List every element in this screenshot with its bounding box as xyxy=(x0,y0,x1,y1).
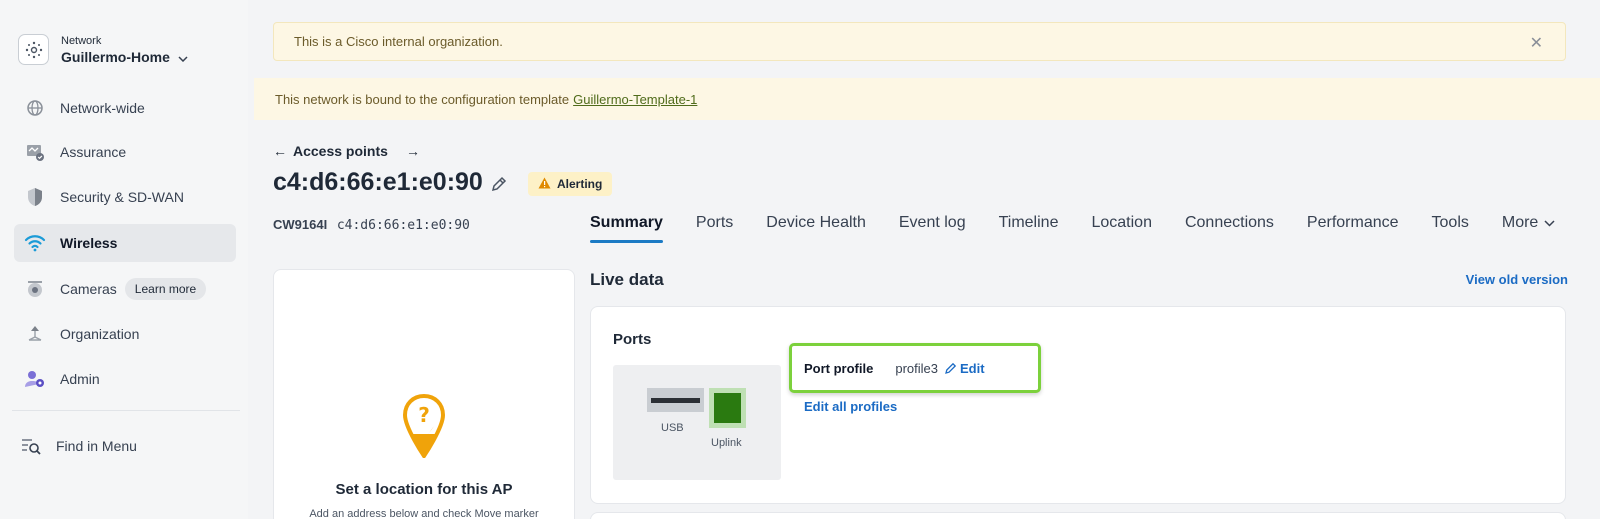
tab-timeline[interactable]: Timeline xyxy=(999,214,1059,240)
assurance-icon xyxy=(24,141,46,163)
port-profile-box: Port profile profile3 Edit xyxy=(789,343,1041,393)
chevron-down-icon xyxy=(178,49,188,65)
network-selector[interactable]: Network Guillermo-Home xyxy=(18,34,188,65)
edit-all-profiles-link[interactable]: Edit all profiles xyxy=(804,399,897,414)
find-in-menu-label: Find in Menu xyxy=(56,438,137,454)
sidebar-item-label: Assurance xyxy=(60,144,127,160)
live-data-title: Live data xyxy=(590,270,664,289)
tab-connections[interactable]: Connections xyxy=(1185,214,1274,240)
sidebar-item-assurance[interactable]: Assurance xyxy=(14,133,236,171)
sidebar-item-organization[interactable]: Organization xyxy=(14,315,236,353)
usb-port[interactable] xyxy=(647,388,704,412)
tab-event-log[interactable]: Event log xyxy=(899,214,966,240)
warning-icon xyxy=(538,177,551,192)
globe-icon xyxy=(24,97,46,119)
close-icon[interactable]: ✕ xyxy=(1530,33,1543,53)
status-badge-label: Alerting xyxy=(557,177,603,191)
sidebar-item-label: Wireless xyxy=(60,235,118,251)
template-text: This network is bound to the configurati… xyxy=(275,91,570,107)
pencil-icon xyxy=(945,362,957,374)
tab-more[interactable]: More xyxy=(1502,214,1555,240)
learn-more-button[interactable]: Learn more xyxy=(124,278,207,300)
wifi-icon xyxy=(24,232,46,254)
next-card xyxy=(590,512,1566,519)
sidebar: Network Guillermo-Home Network-wide Assu… xyxy=(0,0,248,519)
search-list-icon xyxy=(20,435,42,457)
find-in-menu-button[interactable]: Find in Menu xyxy=(10,427,232,465)
network-name: Guillermo-Home xyxy=(61,48,170,65)
uplink-label: Uplink xyxy=(711,437,742,449)
tab-bar: Summary Ports Device Health Event log Ti… xyxy=(590,214,1555,243)
sidebar-item-cameras[interactable]: Cameras Learn more xyxy=(14,270,236,308)
arrow-right-icon[interactable]: → xyxy=(406,143,420,159)
organization-icon xyxy=(24,323,46,345)
breadcrumb: ← Access points → xyxy=(273,143,420,159)
template-banner: This network is bound to the configurati… xyxy=(254,78,1600,120)
edit-label: Edit xyxy=(959,360,985,376)
mac-address: c4:d6:66:e1:e0:90 xyxy=(336,218,470,233)
location-card: ? Set a location for this AP Add an addr… xyxy=(273,269,575,519)
device-model: CW9164I c4:d6:66:e1:e0:90 xyxy=(273,217,470,233)
status-badge: Alerting xyxy=(528,172,613,196)
view-old-version-link[interactable]: View old version xyxy=(1466,272,1568,287)
sidebar-divider xyxy=(12,410,240,411)
sidebar-item-wireless[interactable]: Wireless xyxy=(14,224,236,262)
location-pin-icon: ? xyxy=(402,393,446,463)
network-label: Network xyxy=(61,34,102,47)
tab-tools[interactable]: Tools xyxy=(1432,214,1469,240)
edit-port-profile-button[interactable]: Edit xyxy=(944,361,985,376)
sidebar-item-security[interactable]: Security & SD-WAN xyxy=(14,178,236,216)
sidebar-item-label: Admin xyxy=(60,371,100,387)
page-title: c4:d6:66:e1:e0:90 xyxy=(273,168,483,196)
sidebar-item-admin[interactable]: Admin xyxy=(14,360,236,398)
svg-text:?: ? xyxy=(418,403,430,427)
template-link[interactable]: Guillermo-Template-1 xyxy=(573,92,697,107)
location-card-subtitle: Add an address below and check Move mark… xyxy=(309,508,539,519)
internal-org-text: This is a Cisco internal organization. xyxy=(294,34,503,49)
sidebar-item-label: Network-wide xyxy=(60,100,145,116)
sidebar-item-label: Cameras xyxy=(60,281,117,297)
tab-more-label: More xyxy=(1501,214,1539,231)
tab-summary[interactable]: Summary xyxy=(590,214,663,243)
location-card-title: Set a location for this AP xyxy=(335,481,513,498)
ports-card: Ports USB Uplink Port profile profile3 E… xyxy=(590,306,1566,504)
port-profile-value: profile3 xyxy=(895,360,938,376)
uplink-port[interactable] xyxy=(709,388,746,428)
arrow-left-icon[interactable]: ← xyxy=(273,143,287,159)
tab-device-health[interactable]: Device Health xyxy=(766,214,866,240)
model-name: CW9164I xyxy=(273,217,328,232)
usb-label: USB xyxy=(661,422,684,434)
ports-title: Ports xyxy=(613,331,652,348)
internal-org-banner: This is a Cisco internal organization. ✕ xyxy=(273,22,1566,61)
network-icon xyxy=(18,34,49,65)
sidebar-item-label: Organization xyxy=(60,326,140,342)
admin-user-icon xyxy=(24,368,46,390)
breadcrumb-access-points[interactable]: Access points xyxy=(293,143,388,159)
tab-ports[interactable]: Ports xyxy=(696,214,733,240)
shield-icon xyxy=(24,186,46,208)
tab-performance[interactable]: Performance xyxy=(1307,214,1399,240)
sidebar-item-network-wide[interactable]: Network-wide xyxy=(14,89,236,127)
port-profile-label: Port profile xyxy=(804,360,874,376)
pencil-icon[interactable] xyxy=(490,176,507,198)
camera-icon xyxy=(24,278,46,300)
port-diagram: USB Uplink xyxy=(613,365,781,480)
sidebar-item-label: Security & SD-WAN xyxy=(60,189,184,205)
chevron-down-icon xyxy=(1544,214,1555,231)
tab-location[interactable]: Location xyxy=(1091,214,1152,240)
